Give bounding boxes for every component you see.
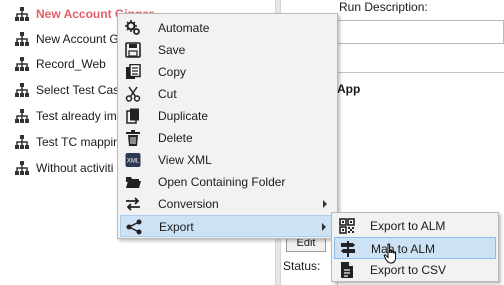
menu-item-save[interactable]: Save: [120, 39, 335, 61]
tree-item-label: New Account Gi: [36, 32, 122, 46]
menu-item-label: Export: [159, 220, 194, 234]
submenu-item-label: Export to ALM: [370, 219, 446, 233]
menu-item-delete[interactable]: Delete: [120, 127, 335, 149]
hierarchy-icon: [15, 7, 29, 21]
menu-item-label: Save: [158, 43, 186, 57]
hand-cursor-icon: [383, 243, 397, 264]
share-icon: [126, 219, 142, 235]
tree-item-label: Record_Web: [36, 57, 106, 71]
submenu-item-label: Export to CSV: [370, 263, 447, 277]
submenu-item-map-to-alm[interactable]: Map to ALM: [334, 237, 496, 259]
context-menu: Automate Save Copy Cut Duplicate Delete …: [117, 13, 338, 239]
scissors-icon: [125, 86, 141, 102]
conversion-icon: [126, 197, 140, 211]
hierarchy-icon: [15, 83, 29, 97]
tree-item[interactable]: Test already imp: [14, 106, 123, 126]
hierarchy-icon: [15, 161, 29, 175]
copy-icon: [126, 64, 141, 79]
menu-item-duplicate[interactable]: Duplicate: [120, 105, 335, 127]
submenu-arrow-icon: [323, 200, 327, 208]
save-icon: [125, 42, 141, 58]
svg-text:XML: XML: [127, 159, 140, 165]
menu-item-label: Delete: [158, 131, 193, 145]
menu-item-automate[interactable]: Automate: [120, 17, 335, 39]
folder-open-icon: [126, 177, 141, 188]
divider: [337, 72, 504, 74]
menu-item-conversion[interactable]: Conversion: [120, 193, 335, 215]
tree-item[interactable]: Record_Web: [14, 54, 106, 74]
submenu-item-export-to-csv[interactable]: Export to CSV: [334, 259, 496, 281]
menu-item-label: Copy: [158, 65, 187, 79]
app-label: App: [337, 82, 361, 96]
menu-item-label: Automate: [158, 21, 210, 35]
submenu-item-export-to-alm[interactable]: Export to ALM: [334, 215, 496, 237]
tree-item[interactable]: Select Test Case: [14, 80, 126, 100]
xml-icon: XML: [125, 153, 141, 167]
run-description-label: Run Description:: [339, 0, 428, 14]
tree-item-label: Test already imp: [36, 109, 124, 123]
export-submenu: Export to ALM Map to ALM Export to CSV: [331, 212, 499, 282]
duplicate-icon: [126, 108, 139, 124]
menu-item-label: Open Containing Folder: [158, 175, 286, 189]
hierarchy-icon: [15, 135, 29, 149]
trash-icon: [126, 130, 140, 146]
menu-item-export[interactable]: Export: [120, 215, 335, 237]
menu-item-label: View XML: [158, 153, 212, 167]
menu-item-label: Conversion: [158, 197, 219, 211]
signpost-icon: [341, 241, 355, 257]
qr-icon: [339, 218, 355, 234]
menu-item-copy[interactable]: Copy: [120, 61, 335, 83]
menu-item-open-containing-folder[interactable]: Open Containing Folder: [120, 171, 335, 193]
menu-item-label: Duplicate: [158, 109, 209, 123]
status-label: Status:: [283, 259, 321, 273]
tree-item-label: Without activiti: [36, 161, 114, 175]
menu-item-view-xml[interactable]: XML View XML: [120, 149, 335, 171]
tree-item[interactable]: Without activiti: [14, 158, 113, 178]
menu-item-cut[interactable]: Cut: [120, 83, 335, 105]
run-description-input[interactable]: [337, 20, 504, 44]
gears-icon: [125, 20, 140, 35]
hierarchy-icon: [15, 57, 29, 71]
submenu-arrow-icon: [322, 223, 326, 231]
menu-item-label: Cut: [158, 87, 177, 101]
tree-item-label: Test TC mapping: [36, 135, 127, 149]
hierarchy-icon: [15, 32, 29, 46]
hierarchy-icon: [15, 109, 29, 123]
tree-item[interactable]: Test TC mapping: [14, 132, 127, 152]
csv-file-icon: [341, 262, 353, 278]
submenu-item-label: Map to ALM: [371, 242, 436, 256]
tree-item-label: Select Test Case: [36, 83, 126, 97]
tree-item[interactable]: New Account Gi: [14, 29, 121, 49]
